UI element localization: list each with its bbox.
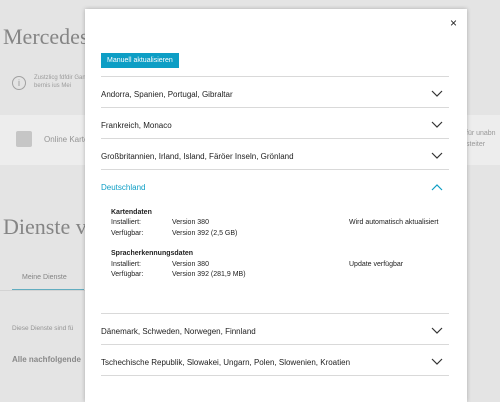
close-icon[interactable]: × [450,16,457,30]
divider [101,138,449,139]
chevron-up-icon [431,184,443,191]
chevron-down-icon [431,358,443,365]
manual-update-button[interactable]: Manuell aktualisieren [101,53,179,68]
divider [101,375,449,376]
region-label: Tschechische Republik, Slowakei, Ungarn,… [101,358,351,367]
region-row-uk[interactable]: Großbritannien, Irland, Island, Färöer I… [101,142,449,172]
region-row-andorra[interactable]: Andorra, Spanien, Portugal, Gibraltar [101,80,449,110]
divider [101,313,449,314]
chevron-down-icon [431,121,443,128]
map-data-title: Kartendaten [111,209,152,216]
divider [101,169,449,170]
available-label: Verfügbar: [111,230,144,237]
region-label: Großbritannien, Irland, Island, Färöer I… [101,152,294,161]
speech-update-status: Update verfügbar [349,261,404,268]
divider [101,76,449,77]
chevron-down-icon [431,327,443,334]
installed-label: Installiert: [111,261,141,268]
map-update-status: Wird automatisch aktualisiert [349,219,439,226]
speech-data-title: Spracherkennungsdaten [111,250,194,257]
chevron-down-icon [431,90,443,97]
region-row-germany[interactable]: Deutschland [101,173,449,203]
installed-label: Installiert: [111,219,141,226]
region-label: Dänemark, Schweden, Norwegen, Finnland [101,327,256,336]
installed-version: Version 380 [172,219,209,226]
map-update-dialog: × Manuell aktualisieren Andorra, Spanien… [85,9,467,402]
available-label: Verfügbar: [111,271,144,278]
installed-version: Version 380 [172,261,209,268]
chevron-down-icon [431,152,443,159]
divider [101,344,449,345]
available-version: Version 392 (2,5 GB) [172,230,238,237]
region-row-france[interactable]: Frankreich, Monaco [101,111,449,141]
region-row-central-europe[interactable]: Tschechische Republik, Slowakei, Ungarn,… [101,348,449,378]
available-version: Version 392 (281,9 MB) [172,271,246,278]
region-label: Frankreich, Monaco [101,121,172,130]
region-label-expanded: Deutschland [101,183,146,192]
divider [101,107,449,108]
region-label: Andorra, Spanien, Portugal, Gibraltar [101,90,233,99]
region-row-scandinavia[interactable]: Dänemark, Schweden, Norwegen, Finnland [101,317,449,347]
